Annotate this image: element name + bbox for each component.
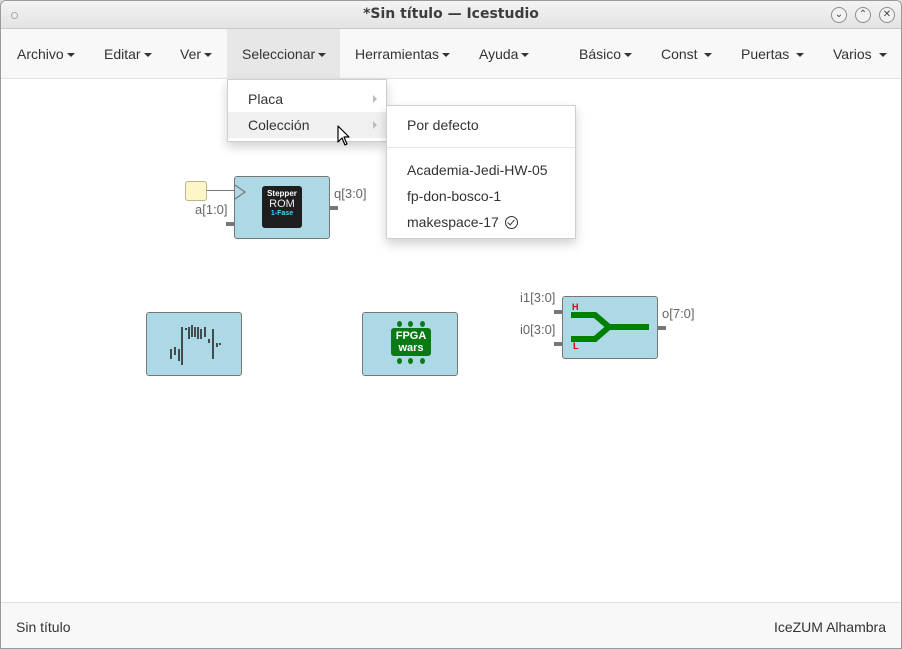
- menu-herramientas[interactable]: Herramientas: [340, 29, 465, 79]
- menu-basico[interactable]: Básico: [564, 29, 647, 79]
- minimize-button[interactable]: ⌄: [831, 7, 847, 23]
- bus-join-block[interactable]: H L: [562, 296, 658, 359]
- menu-seleccionar[interactable]: Seleccionar: [227, 29, 340, 79]
- rom-input-label: a[1:0]: [195, 202, 228, 217]
- caret-down-icon: [318, 53, 327, 58]
- menu-bar: Archivo Editar Ver Seleccionar Herramien…: [1, 29, 901, 79]
- high-bits-mark: H: [572, 302, 579, 312]
- fpga-wars-logo-icon: FPGA wars: [391, 321, 431, 367]
- submenu-arrow-icon: [373, 95, 377, 103]
- status-project-name: Sin título: [16, 619, 71, 635]
- clock-edge-icon: [234, 184, 247, 200]
- mux-output-label: o[7:0]: [662, 306, 695, 321]
- check-circle-icon: [504, 216, 518, 229]
- rom-output-label: q[3:0]: [334, 186, 367, 201]
- status-board-name[interactable]: IceZUM Alhambra: [774, 619, 886, 635]
- waveform-block[interactable]: [146, 312, 242, 376]
- collection-item-academia[interactable]: Academia-Jedi-HW-05: [387, 157, 575, 183]
- app-window: *Sin título — Icestudio ⌄ ⌃ ✕ Archivo Ed…: [0, 0, 902, 649]
- mux-input1-pin[interactable]: [554, 310, 562, 314]
- chip-label-top: Stepper: [267, 189, 297, 198]
- title-bar: *Sin título — Icestudio ⌄ ⌃ ✕: [1, 1, 901, 29]
- caret-down-icon: [204, 53, 213, 58]
- caret-down-icon: [521, 53, 530, 58]
- status-bar: Sin título IceZUM Alhambra: [1, 602, 901, 648]
- chip-label-bottom: 1-Fase: [270, 210, 294, 217]
- caret-down-icon: [442, 53, 451, 58]
- close-button[interactable]: ✕: [879, 7, 895, 23]
- low-bits-mark: L: [573, 341, 579, 351]
- rom-input-pin[interactable]: [226, 222, 234, 226]
- menu-varios[interactable]: Varios: [818, 29, 901, 79]
- menu-archivo[interactable]: Archivo: [2, 29, 90, 79]
- input-pin-box[interactable]: [185, 181, 207, 201]
- handwritten-waveform-icon: [170, 325, 221, 365]
- menu-ver[interactable]: Ver: [165, 29, 227, 79]
- fpga-wars-block[interactable]: FPGA wars: [362, 312, 458, 376]
- caret-down-icon: [143, 53, 152, 58]
- mux-output-pin[interactable]: [658, 326, 666, 330]
- stepper-rom-chip-icon: Stepper ROM 1-Fase: [262, 186, 302, 228]
- caret-down-icon: [796, 53, 805, 58]
- collection-submenu: Por defecto Academia-Jedi-HW-05 fp-don-b…: [386, 105, 576, 239]
- caret-down-icon: [878, 53, 887, 58]
- collection-item-makespace[interactable]: makespace-17: [387, 209, 575, 235]
- bus-join-icon: [571, 312, 649, 342]
- window-title: *Sin título — Icestudio: [363, 6, 539, 22]
- mux-input1-label: i1[3:0]: [520, 290, 556, 305]
- menu-ayuda[interactable]: Ayuda: [464, 29, 544, 79]
- collection-item-fp-don-bosco[interactable]: fp-don-bosco-1: [387, 183, 575, 209]
- fpga-label: FPGA: [395, 330, 427, 342]
- menu-item-coleccion[interactable]: Colección: [228, 112, 386, 138]
- maximize-button[interactable]: ⌃: [855, 7, 871, 23]
- submenu-arrow-icon: [373, 121, 377, 129]
- caret-down-icon: [624, 53, 633, 58]
- chip-label-middle: ROM: [269, 198, 295, 210]
- wars-label: wars: [398, 342, 424, 354]
- menu-item-placa[interactable]: Placa: [228, 86, 386, 112]
- rom-output-pin[interactable]: [330, 206, 338, 210]
- wire: [207, 190, 235, 191]
- select-menu-dropdown: Placa Colección: [227, 79, 387, 142]
- collection-item-default[interactable]: Por defecto: [387, 112, 575, 138]
- caret-down-icon: [704, 53, 713, 58]
- stepper-rom-block[interactable]: Stepper ROM 1-Fase: [234, 176, 330, 239]
- menu-const[interactable]: Const: [646, 29, 727, 79]
- menu-editar[interactable]: Editar: [89, 29, 167, 79]
- caret-down-icon: [66, 53, 75, 58]
- menu-divider: [387, 147, 575, 148]
- menu-puertas[interactable]: Puertas: [726, 29, 819, 79]
- mouse-cursor-icon: [337, 125, 350, 146]
- mux-input0-label: i0[3:0]: [520, 322, 556, 337]
- mux-input0-pin[interactable]: [554, 342, 562, 346]
